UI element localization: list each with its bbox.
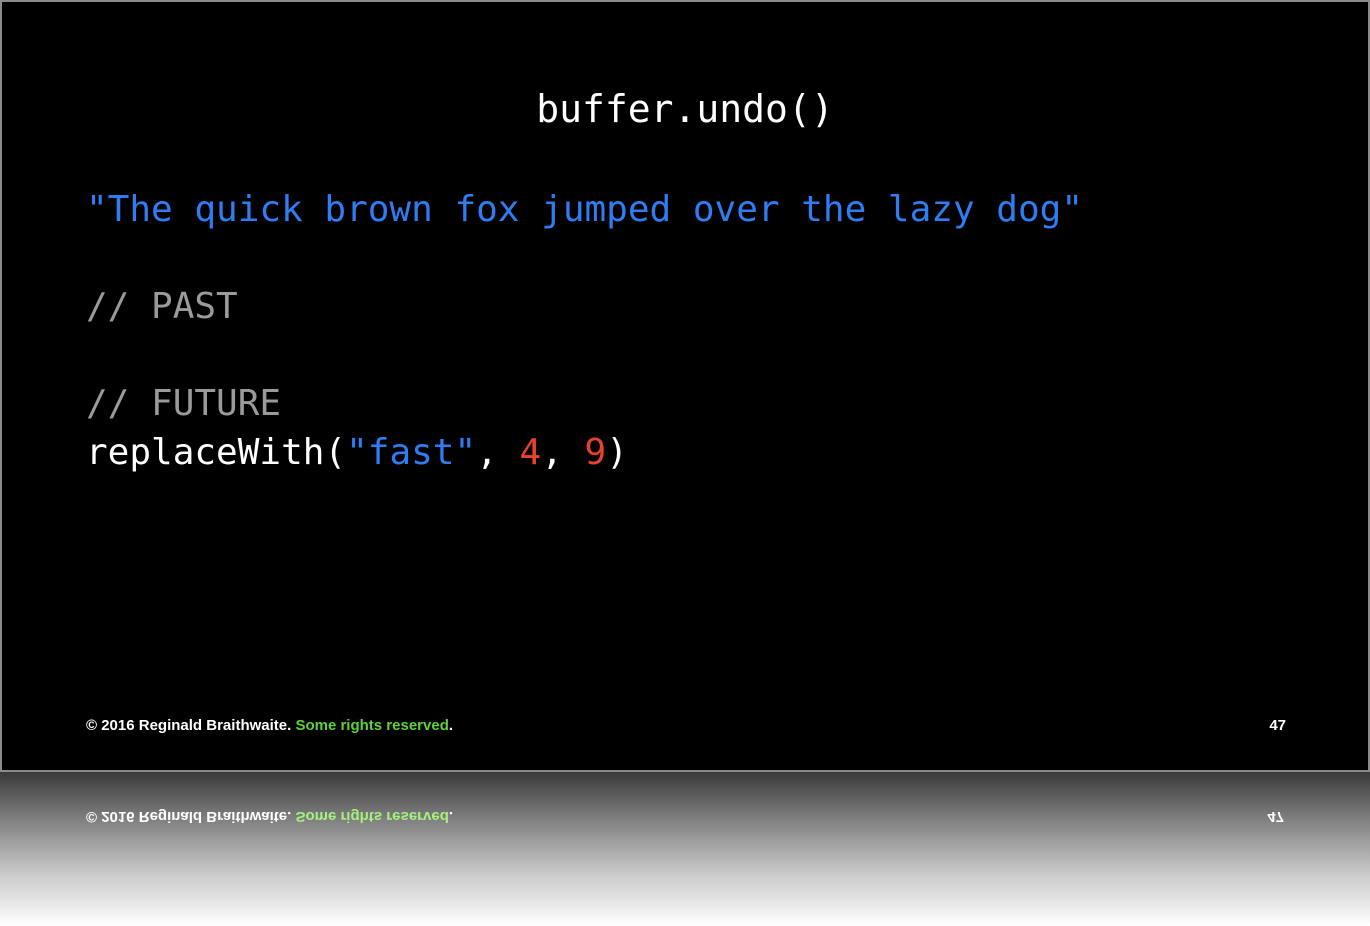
comment-future: // FUTURE [86, 383, 282, 424]
page-number: 47 [1269, 717, 1286, 734]
code-call-line: replaceWith("fast", 4, 9) [86, 429, 628, 477]
slide: buffer.undo() "The quick brown fox jumpe… [0, 0, 1370, 772]
reflected-copyright-text: © 2016 Reginald Braithwaite. [86, 808, 296, 825]
comment-past: // PAST [86, 286, 238, 327]
string-argument: "fast" [346, 432, 477, 473]
presentation-page: buffer.undo() "The quick brown fox jumpe… [0, 0, 1370, 926]
reflected-rights-link: Some rights reserved [295, 808, 449, 825]
reflected-footer-period: . [448, 808, 454, 825]
reflected-page-number: 47 [1267, 808, 1284, 825]
close-paren: ) [606, 432, 628, 473]
footer-period: . [448, 717, 454, 734]
number-argument-end: 9 [584, 432, 607, 473]
slide-reflection: © 2016 Reginald Braithwaite. Some rights… [0, 772, 1370, 926]
reflected-footer: © 2016 Reginald Braithwaite. Some rights… [86, 806, 453, 826]
slide-title: buffer.undo() [536, 87, 834, 131]
separator: , [476, 432, 520, 473]
slide-footer: © 2016 Reginald Braithwaite. Some rights… [86, 716, 453, 736]
function-name: replaceWith( [86, 432, 347, 473]
separator: , [541, 432, 585, 473]
code-string-line: "The quick brown fox jumped over the laz… [86, 189, 1083, 230]
copyright-text: © 2016 Reginald Braithwaite. [86, 717, 296, 734]
number-argument-start: 4 [519, 432, 542, 473]
rights-link[interactable]: Some rights reserved [295, 717, 448, 734]
